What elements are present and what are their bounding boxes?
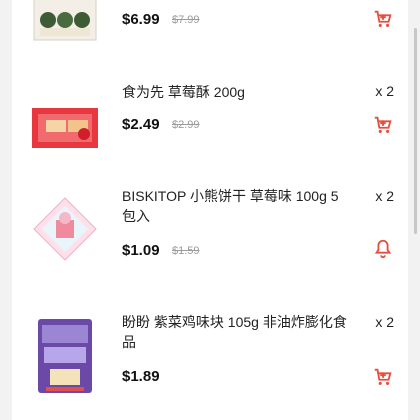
old-price: $2.99 — [172, 119, 200, 131]
product-title: BISKITOP 小熊饼干 草莓味 100g 5包入 — [122, 188, 339, 224]
quantity: x 2 — [375, 314, 394, 330]
cart-plus-icon[interactable] — [372, 114, 394, 136]
left-gutter — [0, 0, 12, 420]
product-thumb[interactable] — [32, 196, 98, 262]
price: $1.09 — [122, 242, 160, 259]
list-item[interactable]: $6.99 $7.99 — [12, 0, 408, 50]
old-price: $1.59 — [172, 245, 200, 257]
product-title: 盼盼 紫菜鸡味块 105g 非油炸膨化食品 — [122, 314, 347, 350]
list-item[interactable]: 食为先 草莓酥 200g x 2 $2.49 $2.99 — [12, 72, 408, 162]
bell-icon[interactable] — [372, 238, 394, 260]
scrollbar[interactable] — [414, 28, 417, 234]
quantity: x 2 — [375, 83, 394, 99]
cart-plus-icon[interactable] — [372, 366, 394, 388]
product-thumb[interactable] — [32, 0, 98, 42]
price: $6.99 — [122, 11, 160, 28]
price: $2.49 — [122, 116, 160, 133]
list-item[interactable]: 盼盼 紫菜鸡味块 105g 非油炸膨化食品 x 2 $1.89 — [12, 302, 408, 420]
product-thumb[interactable] — [32, 317, 98, 395]
product-title: 食为先 草莓酥 200g — [122, 84, 245, 100]
old-price: $7.99 — [172, 14, 200, 26]
product-thumb[interactable] — [32, 90, 98, 148]
price: $1.89 — [122, 368, 160, 385]
cart-plus-icon[interactable] — [372, 8, 394, 30]
list-item[interactable]: BISKITOP 小熊饼干 草莓味 100g 5包入 x 2 $1.09 $1.… — [12, 176, 408, 284]
quantity: x 2 — [375, 188, 394, 204]
